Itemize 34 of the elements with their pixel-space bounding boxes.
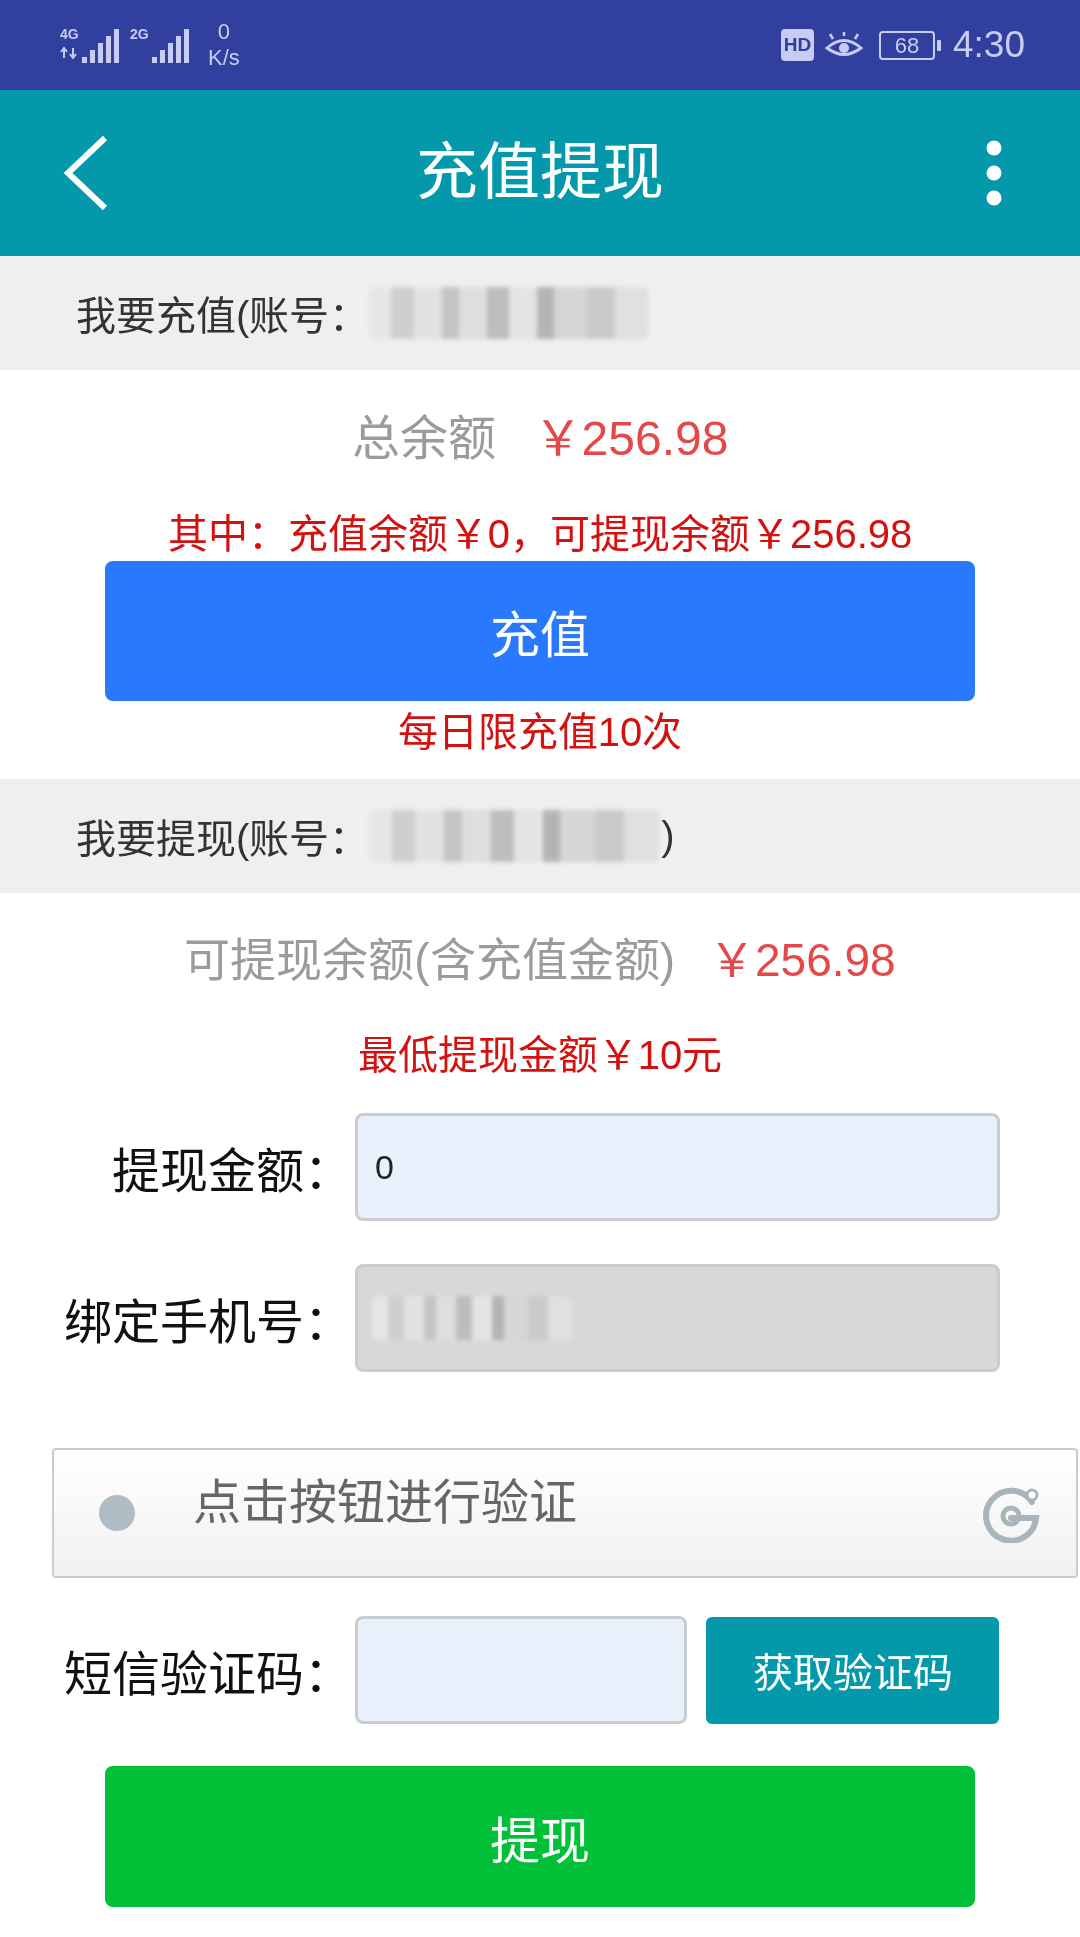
captcha-logo-icon [981, 1485, 1041, 1543]
network-type-label: 2G [130, 27, 150, 41]
back-icon[interactable] [63, 135, 109, 211]
network-speed-unit: K/s [208, 45, 240, 71]
amount-input[interactable]: 0 [355, 1113, 1000, 1221]
captcha-verify-button[interactable]: 点击按钮进行验证 [52, 1448, 1078, 1578]
get-code-button[interactable]: 获取验证码 [706, 1616, 999, 1724]
withdraw-button[interactable]: 提现 [105, 1766, 975, 1907]
closing-parenthesis: ) [661, 813, 675, 859]
eye-icon [825, 31, 863, 59]
account-label: 我要充值(账号： [76, 293, 370, 340]
balance-breakdown: 其中：充值余额￥0，可提现余额￥256.98 [166, 511, 914, 558]
hd-badge: HD [781, 29, 814, 61]
sms-code-input[interactable] [355, 1616, 687, 1724]
available-balance-label: 可提现余额(含充值金额) [184, 933, 675, 988]
balance-amount: ￥256.98 [533, 411, 729, 467]
recharge-button[interactable]: 充值 [105, 561, 975, 701]
balance-label: 总余额 [351, 411, 496, 467]
field-label: 提现金额： [111, 1144, 352, 1200]
signal-bars-icon [82, 29, 122, 63]
page-title: 充值提现 [416, 137, 664, 209]
clock-time: 4:30 [953, 24, 1025, 66]
field-label: 短信验证码： [63, 1647, 352, 1703]
network-type-label: 4G [60, 27, 80, 41]
field-label: 绑定手机号： [63, 1295, 352, 1351]
network-speed-value: 0 [217, 19, 230, 45]
signal-bars-icon [152, 29, 192, 63]
more-options-icon[interactable] [986, 140, 1002, 206]
recharge-limit-note: 每日限充值10次 [396, 709, 684, 756]
account-label: 我要提现(账号： [76, 816, 370, 863]
status-dot-icon [99, 1495, 135, 1531]
minimum-withdrawal-note: 最低提现金额￥10元 [356, 1032, 724, 1079]
battery-indicator: 68 [879, 30, 941, 60]
available-balance-amount: ￥256.98 [708, 933, 896, 988]
